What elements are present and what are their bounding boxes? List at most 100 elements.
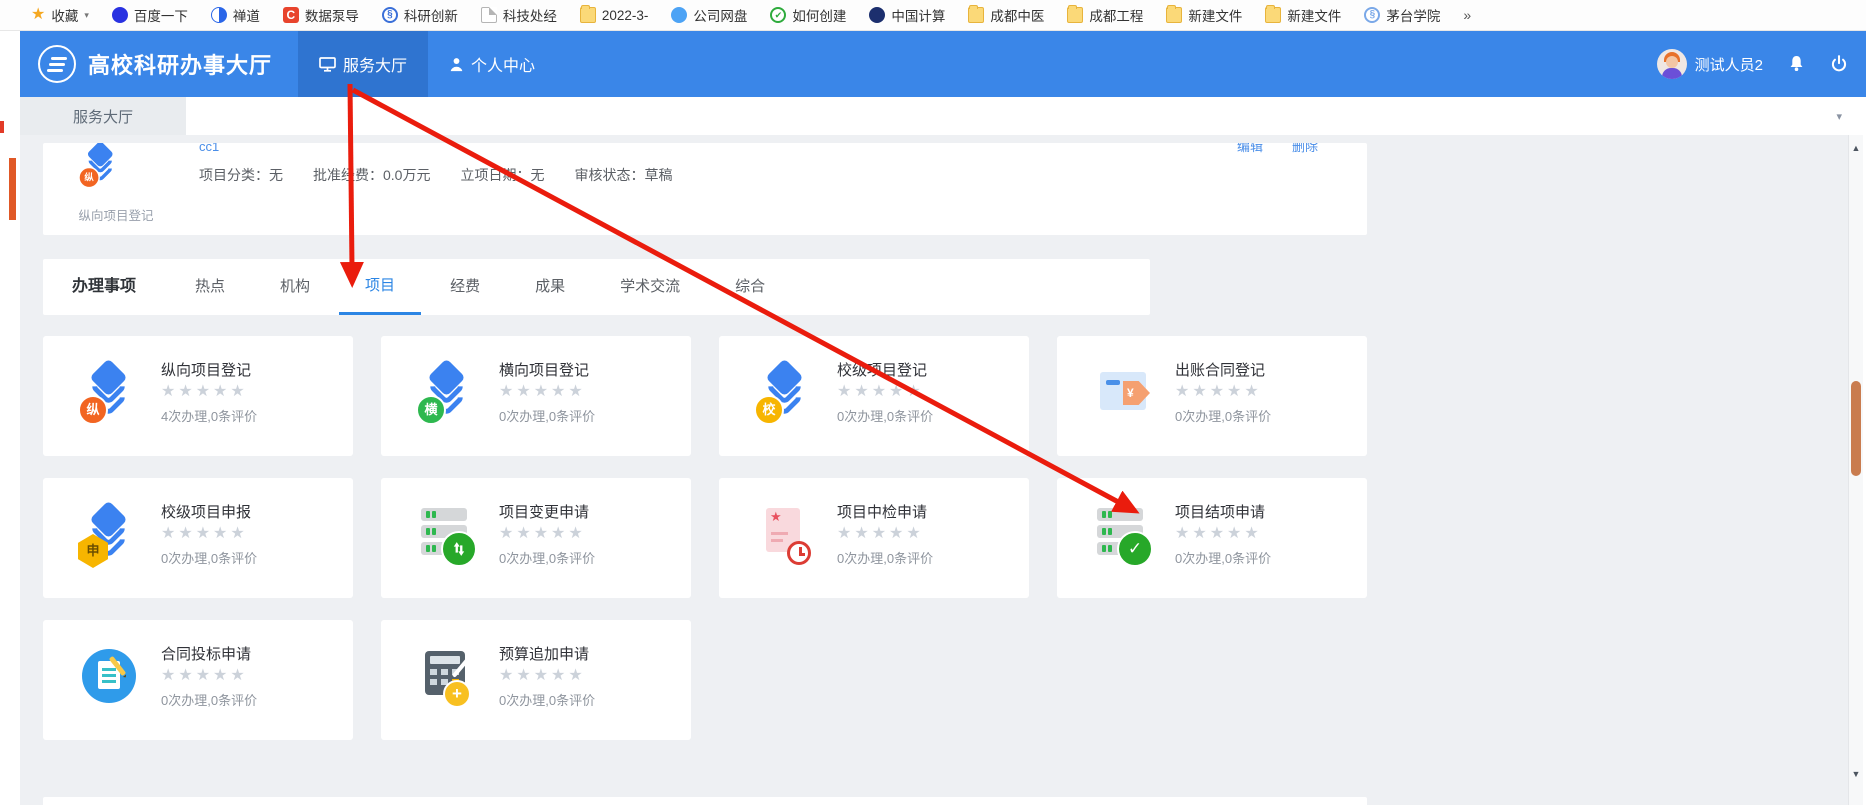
delete-link[interactable]: 删除 xyxy=(1292,143,1318,155)
app-logo-icon xyxy=(38,45,76,83)
nav-item-service-hall[interactable]: 服务大厅 xyxy=(298,31,428,97)
bookmark-moutai[interactable]: § 茅台学院 xyxy=(1364,5,1440,25)
rating-stars: ★★★★★ xyxy=(161,665,248,685)
bookmark-research[interactable]: § 科研创新 xyxy=(382,5,458,25)
service-card-hetong-toubiao[interactable]: 合同投标申请 ★★★★★ 0次办理,0条评价 xyxy=(43,620,353,740)
rating-stars: ★★★★★ xyxy=(499,523,586,543)
service-stats: 4次办理,0条评价 xyxy=(161,406,257,425)
layers-icon: 校 xyxy=(755,362,815,422)
layers-icon: 横 xyxy=(417,362,477,422)
project-summary-card: 纵 纵向项目登记 cc1 项目分类：无 批准经费：0.0万元 立项日期：无 审核… xyxy=(43,143,1367,235)
doc-star-clock-icon: ★ xyxy=(755,504,815,564)
service-card-xiaoji-dengji[interactable]: 校 校级项目登记 ★★★★★ 0次办理,0条评价 xyxy=(719,336,1029,456)
service-card-xiangmu-zhongjian[interactable]: ★ 项目中检申请 ★★★★★ 0次办理,0条评价 xyxy=(719,478,1029,598)
user-menu[interactable]: 测试人员2 xyxy=(1657,49,1763,79)
service-card-xiangmu-biangeng[interactable]: 项目变更申请 ★★★★★ 0次办理,0条评价 xyxy=(381,478,691,598)
folder-icon xyxy=(968,7,984,23)
tab-hot[interactable]: 热点 xyxy=(195,259,225,315)
bookmark-label: 收藏 xyxy=(51,5,78,25)
bookmark-datapump[interactable]: C 数据泵导 xyxy=(283,5,359,25)
edit-link[interactable]: 编辑 xyxy=(1237,143,1263,155)
nav-label: 个人中心 xyxy=(471,52,535,76)
service-card-xiaoji-shenbao[interactable]: 申 校级项目申报 ★★★★★ 0次办理,0条评价 xyxy=(43,478,353,598)
scroll-thumb[interactable] xyxy=(1851,381,1861,476)
badge: 校 xyxy=(754,395,784,425)
bookmark-howto[interactable]: ✔ 如何创建 xyxy=(770,5,846,25)
bookmark-label: 新建文件 xyxy=(1287,5,1341,25)
cloud-icon xyxy=(671,7,687,23)
bookmark-2022[interactable]: 2022-3- xyxy=(580,7,649,23)
folder-icon xyxy=(1067,7,1083,23)
service-card-zongxiang-dengji[interactable]: 纵 纵向项目登记 ★★★★★ 4次办理,0条评价 xyxy=(43,336,353,456)
bookmark-label: 中国计算 xyxy=(891,5,945,25)
bookmark-favorites[interactable]: ★ 收藏 ▾ xyxy=(31,5,89,25)
service-stats: 0次办理,0条评价 xyxy=(499,690,595,709)
tab-project[interactable]: 项目 xyxy=(339,259,421,315)
rating-stars: ★★★★★ xyxy=(837,523,924,543)
logout-button[interactable] xyxy=(1830,55,1848,73)
project-meta-row: 项目分类：无 批准经费：0.0万元 立项日期：无 审核状态：草稿 xyxy=(199,165,672,185)
service-stats: 0次办理,0条评价 xyxy=(837,406,933,425)
refresh-badge-icon xyxy=(441,531,477,567)
window-left-margin xyxy=(0,31,20,805)
project-title-link[interactable]: cc1 xyxy=(199,143,219,155)
s-logo-icon: § xyxy=(382,7,398,23)
scroll-up-arrow[interactable]: ▲ xyxy=(1849,143,1863,153)
background-window-artifact xyxy=(9,158,16,220)
next-section-edge xyxy=(43,797,1367,805)
plus-badge-icon: + xyxy=(443,680,471,708)
service-title: 项目结项申请 xyxy=(1175,501,1265,522)
tab-list-dropdown[interactable]: ▾ xyxy=(1836,97,1842,135)
baidu-icon xyxy=(112,7,128,23)
user-name: 测试人员2 xyxy=(1695,54,1763,75)
folder-icon xyxy=(1265,7,1281,23)
service-card-xiangmu-jiexiang[interactable]: ✓ 项目结项申请 ★★★★★ 0次办理,0条评价 xyxy=(1057,478,1367,598)
monitor-icon xyxy=(319,57,336,72)
tab-comprehensive[interactable]: 综合 xyxy=(735,259,765,315)
tab-banli-shixiang: 办理事项 xyxy=(72,259,136,315)
tab-results[interactable]: 成果 xyxy=(535,259,565,315)
bookmarks-overflow-button[interactable]: » xyxy=(1463,7,1471,23)
service-title: 项目中检申请 xyxy=(837,501,927,522)
c-letter-icon: C xyxy=(283,7,299,23)
bookmark-netdisk[interactable]: 公司网盘 xyxy=(671,5,747,25)
bookmark-chengdu-tcm[interactable]: 成都中医 xyxy=(968,5,1044,25)
tab-academic-exchange[interactable]: 学术交流 xyxy=(620,259,680,315)
bookmark-newfile-1[interactable]: 新建文件 xyxy=(1166,5,1242,25)
tab-organization[interactable]: 机构 xyxy=(280,259,310,315)
scroll-down-arrow[interactable]: ▼ xyxy=(1849,769,1863,779)
notifications-button[interactable] xyxy=(1788,55,1805,73)
bookmark-zentao[interactable]: 禅道 xyxy=(211,5,260,25)
check-badge-icon: ✓ xyxy=(1117,531,1153,567)
app-title: 高校科研办事大厅 xyxy=(88,48,272,80)
contract-pen-icon xyxy=(79,646,139,706)
service-title: 合同投标申请 xyxy=(161,643,251,664)
layers-icon: 纵 xyxy=(79,362,139,422)
bookmark-china-computing[interactable]: 中国计算 xyxy=(869,5,945,25)
bookmark-newfile-2[interactable]: 新建文件 xyxy=(1265,5,1341,25)
service-stats: 0次办理,0条评价 xyxy=(161,690,257,709)
nav-item-personal-center[interactable]: 个人中心 xyxy=(428,31,556,97)
rating-stars: ★★★★★ xyxy=(1175,523,1262,543)
bookmark-label: 2022-3- xyxy=(602,8,649,23)
service-title: 横向项目登记 xyxy=(499,359,589,380)
page-scrollbar[interactable]: ▲ ▼ xyxy=(1848,135,1863,805)
browser-bookmarks-bar: ★ 收藏 ▾ 百度一下 禅道 C 数据泵导 § 科研创新 科技处经 2022-3… xyxy=(0,0,1866,31)
chevron-down-icon[interactable]: ▾ xyxy=(84,10,89,21)
bookmark-scitech[interactable]: 科技处经 xyxy=(481,5,557,25)
service-card-hengxiang-dengji[interactable]: 横 横向项目登记 ★★★★★ 0次办理,0条评价 xyxy=(381,336,691,456)
service-card-yusuan-zhuijia[interactable]: + 预算追加申请 ★★★★★ 0次办理,0条评价 xyxy=(381,620,691,740)
bookmark-label: 科技处经 xyxy=(503,5,557,25)
tab-funds[interactable]: 经费 xyxy=(450,259,480,315)
tab-service-hall[interactable]: 服务大厅 xyxy=(20,97,186,135)
service-title: 校级项目申报 xyxy=(161,501,251,522)
rating-stars: ★★★★★ xyxy=(1175,381,1262,401)
service-stats: 0次办理,0条评价 xyxy=(499,548,595,567)
calculator-plus-icon: + xyxy=(417,646,477,706)
bookmark-chengdu-eng[interactable]: 成都工程 xyxy=(1067,5,1143,25)
bookmark-baidu[interactable]: 百度一下 xyxy=(112,5,188,25)
contract-cash-icon: ¥ xyxy=(1093,362,1153,422)
service-card-chuzhang-hetong[interactable]: ¥ 出账合同登记 ★★★★★ 0次办理,0条评价 xyxy=(1057,336,1367,456)
bookmark-label: 百度一下 xyxy=(134,5,188,25)
folder-icon xyxy=(580,7,596,23)
